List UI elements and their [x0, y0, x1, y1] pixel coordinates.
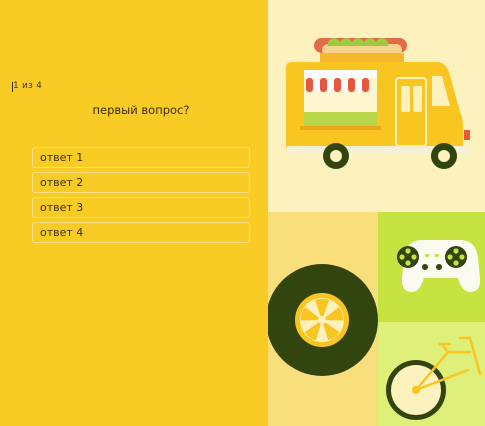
bicycle-illustration [386, 336, 482, 420]
answer-option-3[interactable]: ответ 3 [32, 197, 250, 218]
illustration-grid [268, 0, 485, 426]
bicycle-panel [378, 322, 485, 426]
food-truck-panel [268, 0, 485, 212]
answer-list: ответ 1 ответ 2 ответ 3 ответ 4 [32, 147, 250, 247]
gamepad-illustration [397, 240, 481, 292]
answer-option-2[interactable]: ответ 2 [32, 172, 250, 193]
gamepad-panel [378, 212, 485, 322]
food-truck-illustration [286, 38, 470, 169]
wheel-illustration [268, 264, 378, 376]
answer-option-4[interactable]: ответ 4 [32, 222, 250, 243]
quiz-panel: 1 из 4 первый вопрос? ответ 1 ответ 2 от… [0, 0, 268, 426]
wheel-panel [268, 212, 378, 426]
question-text: первый вопрос? [92, 103, 190, 117]
question-counter: 1 из 4 [11, 81, 43, 92]
answer-option-1[interactable]: ответ 1 [32, 147, 250, 168]
